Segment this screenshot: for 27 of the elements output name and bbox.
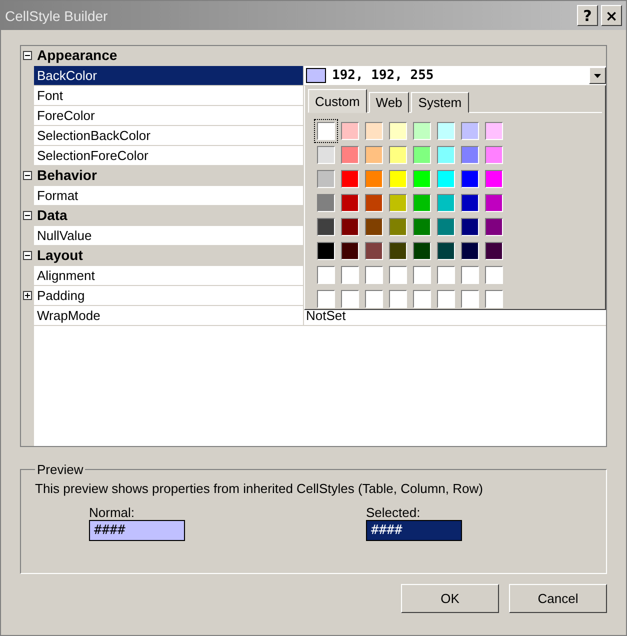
expand-icon[interactable] (23, 291, 32, 300)
sample-preview: #### (366, 520, 462, 541)
collapse-icon[interactable] (23, 51, 32, 60)
dropdown-button[interactable] (589, 67, 606, 84)
collapse-icon[interactable] (23, 251, 32, 260)
ok-button[interactable]: OK (401, 584, 499, 613)
collapse-icon[interactable] (23, 211, 32, 220)
picker-tab[interactable]: Custom (308, 89, 367, 113)
cancel-button[interactable]: Cancel (509, 584, 607, 613)
category-label[interactable]: Appearance (34, 46, 606, 65)
help-button[interactable]: ? (577, 5, 598, 26)
property-name[interactable]: WrapMode (34, 306, 304, 325)
caret-icon (594, 74, 601, 78)
preview-description: This preview shows properties from inherited CellStyles (Table, Column, Row) (35, 481, 484, 496)
picker-tab[interactable]: Web (368, 92, 410, 113)
window-title: CellStyle Builder (5, 8, 109, 24)
picker-tab[interactable]: System (411, 92, 469, 113)
group-title: Preview (36, 462, 84, 477)
sample-preview: #### (89, 520, 185, 541)
sample-label: Normal: (89, 505, 136, 520)
property-name[interactable]: BackColor (34, 66, 304, 85)
close-button[interactable]: × (601, 5, 622, 26)
sample-label: Selected: (366, 505, 422, 520)
property-value: 192, 192, 255 (332, 68, 435, 83)
property-value: NotSet (306, 308, 347, 323)
property-name[interactable]: Alignment (34, 266, 304, 285)
collapse-icon[interactable] (23, 171, 32, 180)
